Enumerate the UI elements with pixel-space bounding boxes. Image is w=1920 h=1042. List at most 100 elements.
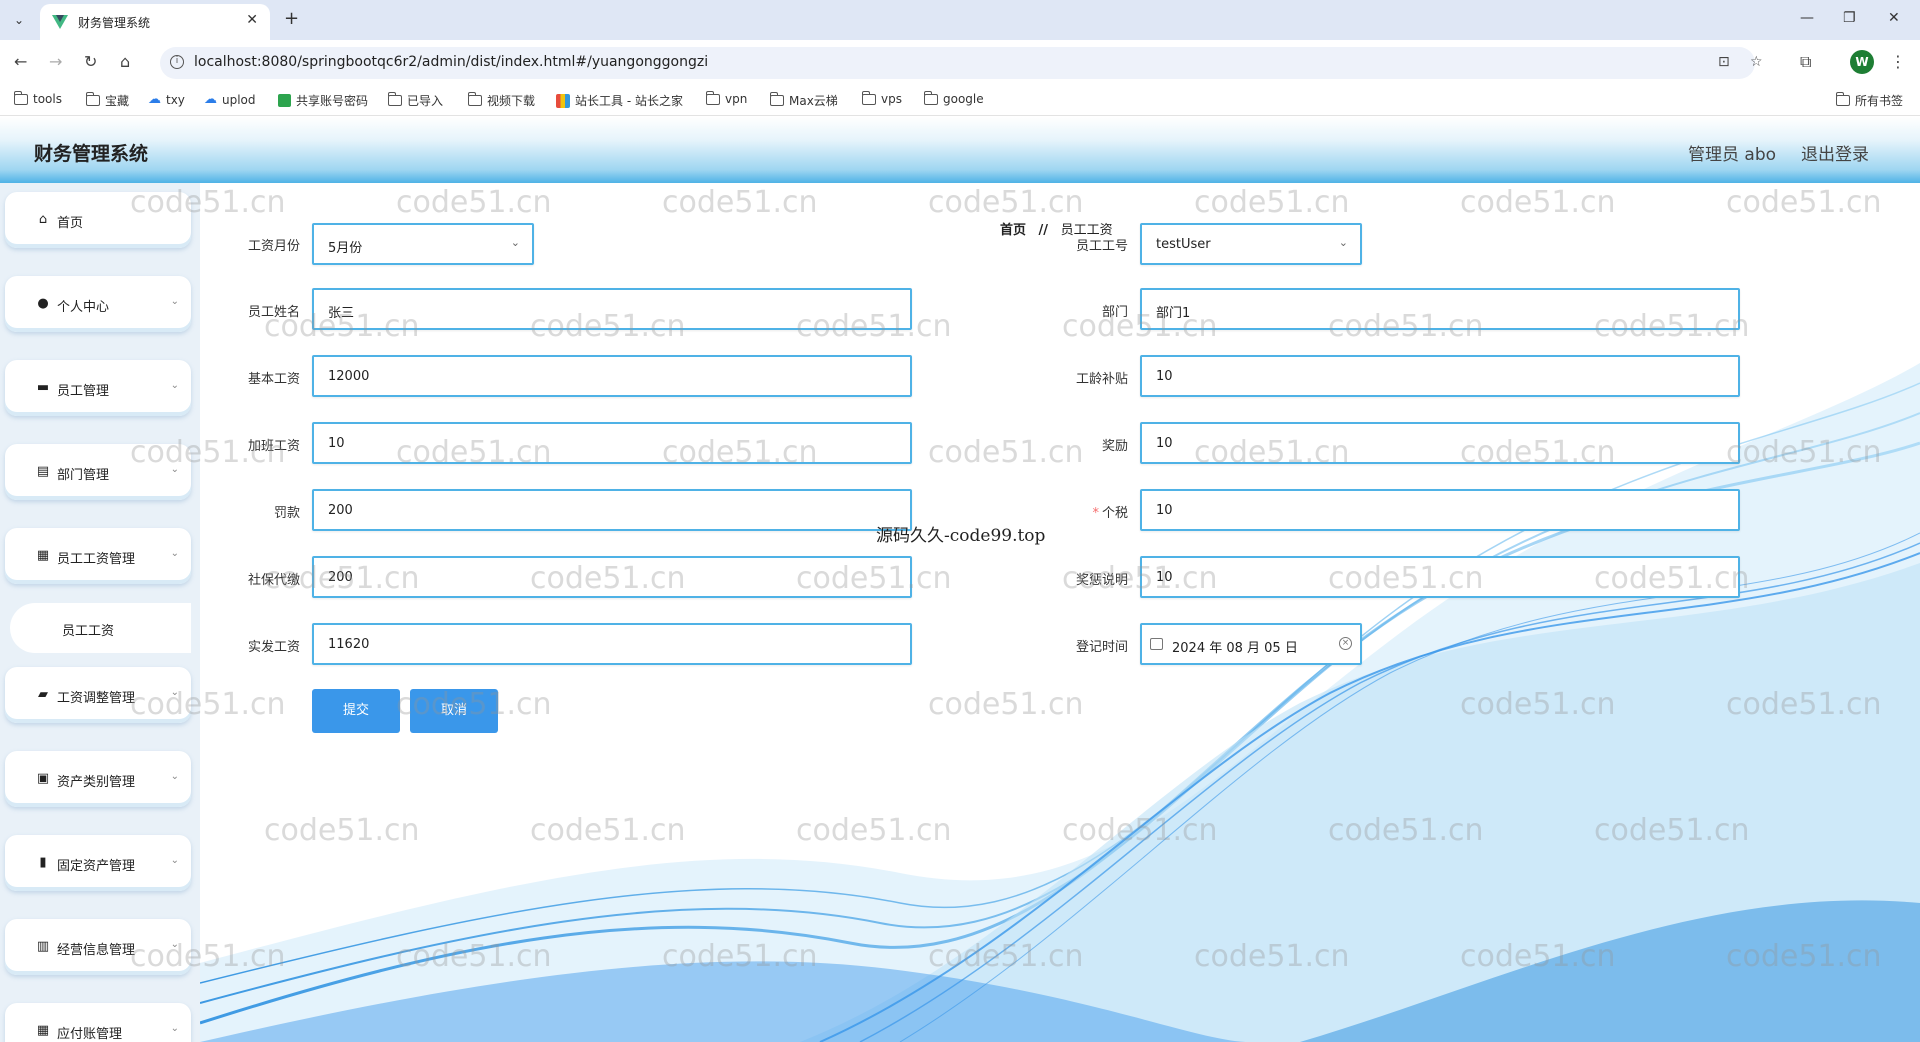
overtime-pay-value: 10	[328, 436, 345, 451]
profile-avatar[interactable]: W	[1850, 50, 1874, 74]
bookmark-item[interactable]: ☁ uplod	[204, 92, 256, 107]
site-info-icon[interactable]: i	[170, 55, 184, 69]
label-salary-month: 工资月份	[247, 239, 300, 254]
more-menu-icon[interactable]: ⋮	[1890, 52, 1906, 71]
employee-name-value: 张三	[328, 306, 355, 321]
url-text[interactable]: localhost:8080/springbootqc6r2/admin/dis…	[194, 54, 708, 70]
reward-note-field[interactable]: 10	[1140, 556, 1740, 598]
back-icon[interactable]: ←	[14, 52, 27, 71]
bookmark-item[interactable]: 已导入	[387, 92, 443, 109]
home-icon: ⌂	[38, 212, 48, 227]
net-salary-field[interactable]: 11620	[312, 623, 912, 665]
close-window-icon[interactable]: ✕	[1888, 10, 1900, 26]
label-income-tax: * 个税	[1028, 502, 1128, 521]
bookmark-item[interactable]: 视频下载	[467, 92, 535, 109]
income-tax-label-text: 个税	[1101, 506, 1128, 521]
logout-link[interactable]: 退出登录	[1801, 140, 1869, 165]
sidebar-item-payables[interactable]: ▦ 应付账管理 ⌄	[5, 1003, 191, 1042]
tab-search-chevron-icon[interactable]: ⌄	[8, 9, 30, 31]
folder-icon	[923, 90, 938, 105]
sidebar-item-business-info[interactable]: ▥ 经营信息管理 ⌄	[5, 919, 191, 975]
bookmark-item[interactable]: 共享账号密码	[278, 92, 368, 109]
sidebar-subitem-employee-salary[interactable]: 员工工资	[10, 603, 191, 653]
label-employee-name: 员工姓名	[247, 305, 300, 320]
bonus-value: 10	[1156, 436, 1173, 451]
center-watermark: 源码久久-code99.top	[876, 526, 1046, 546]
bar-chart-icon: ▮	[39, 855, 47, 870]
salary-month-select[interactable]: 5月份 ⌄	[312, 223, 534, 265]
bookmark-item[interactable]: google	[923, 90, 984, 106]
clear-icon[interactable]: ×	[1339, 637, 1352, 650]
chevron-down-icon: ⌄	[170, 939, 179, 950]
bookmark-item[interactable]: 宝藏	[85, 92, 129, 109]
reward-note-value: 10	[1156, 570, 1173, 585]
bookmark-item[interactable]: 站长工具 - 站长之家	[556, 92, 683, 109]
sidebar-item-label: 员工管理	[57, 384, 110, 399]
home-icon[interactable]: ⌂	[120, 52, 130, 71]
cloud-icon: ☁	[148, 92, 161, 107]
sidebar-item-employees[interactable]: ▬ 员工管理 ⌄	[5, 360, 191, 416]
income-tax-field[interactable]: 10	[1140, 489, 1740, 531]
overtime-pay-field[interactable]: 10	[312, 422, 912, 464]
sidebar-item-asset-category[interactable]: ▣ 资产类别管理 ⌄	[5, 751, 191, 807]
register-time-datepicker[interactable]: 2024 年 08 月 05 日 ×	[1140, 623, 1362, 665]
seniority-allowance-field[interactable]: 10	[1140, 355, 1740, 397]
bonus-field[interactable]: 10	[1140, 422, 1740, 464]
sidebar-item-personal[interactable]: ● 个人中心 ⌄	[5, 276, 191, 332]
seniority-allowance-value: 10	[1156, 369, 1173, 384]
sidebar-item-label: 员工工资管理	[57, 552, 136, 567]
sidebar-subitem-label: 员工工资	[62, 624, 115, 639]
bookmark-item[interactable]: vps	[861, 90, 902, 106]
folder-icon	[387, 92, 402, 106]
chevron-down-icon: ⌄	[170, 1023, 179, 1034]
sidebar-item-label: 固定资产管理	[57, 859, 136, 874]
label-net-salary: 实发工资	[247, 640, 300, 655]
employee-name-field[interactable]: 张三	[312, 288, 912, 330]
extensions-icon[interactable]: ⧉	[1800, 52, 1811, 72]
new-tab-icon[interactable]: +	[284, 8, 299, 29]
bookmark-item[interactable]: Max云梯	[769, 92, 838, 109]
sidebar-item-fixed-assets[interactable]: ▮ 固定资产管理 ⌄	[5, 835, 191, 891]
reload-icon[interactable]: ↻	[84, 52, 97, 71]
restore-icon[interactable]: ❐	[1843, 10, 1856, 26]
screenshot-icon[interactable]: ⊡	[1718, 54, 1730, 70]
penalty-field[interactable]: 200	[312, 489, 912, 531]
employee-no-value: testUser	[1156, 237, 1211, 252]
address-bar[interactable]: i localhost:8080/springbootqc6r2/admin/d…	[160, 47, 1763, 79]
chinaz-icon	[556, 93, 570, 108]
label-seniority-allowance: 工龄补贴	[1075, 372, 1128, 387]
browser-tabstrip: ⌄ 财务管理系统 ✕ + — ❐ ✕	[0, 0, 1920, 40]
social-security-field[interactable]: 200	[312, 556, 912, 598]
sidebar-item-label: 首页	[57, 216, 84, 231]
label-base-salary: 基本工资	[247, 372, 300, 387]
bookmark-star-icon[interactable]: ☆	[1750, 54, 1763, 70]
submit-button[interactable]: 提交	[312, 689, 400, 733]
sidebar-item-home[interactable]: ⌂ 首页	[5, 192, 191, 248]
tab-close-icon[interactable]: ✕	[246, 12, 258, 28]
briefcase-icon: ▬	[36, 380, 50, 395]
chevron-down-icon: ⌄	[170, 380, 179, 391]
sidebar-item-departments[interactable]: ▤ 部门管理 ⌄	[5, 444, 191, 500]
sidebar-item-salary[interactable]: ▦ 员工工资管理 ⌄	[5, 528, 191, 584]
minimize-icon[interactable]: —	[1800, 10, 1814, 26]
bookmark-item[interactable]: vpn	[705, 90, 747, 106]
bookmark-item[interactable]: ☁ txy	[148, 92, 185, 107]
cancel-button[interactable]: 取消	[410, 689, 498, 733]
all-bookmarks[interactable]: 所有书签	[1835, 92, 1903, 109]
sidebar-item-salary-adjust[interactable]: ▰ 工资调整管理 ⌄	[5, 667, 191, 723]
required-marker: *	[1092, 506, 1099, 521]
folder-icon	[467, 92, 482, 106]
employee-no-select[interactable]: testUser ⌄	[1140, 223, 1362, 265]
browser-tab[interactable]: 财务管理系统 ✕	[40, 4, 270, 40]
app-header: 财务管理系统 管理员 abo 退出登录	[0, 117, 1920, 183]
sidebar-item-label: 经营信息管理	[57, 943, 136, 958]
department-field[interactable]: 部门1	[1140, 288, 1740, 330]
base-salary-field[interactable]: 12000	[312, 355, 912, 397]
breadcrumb-home[interactable]: 首页	[1000, 223, 1026, 238]
forward-icon[interactable]: →	[49, 52, 62, 71]
cloud-icon: ☁	[204, 92, 217, 107]
label-department: 部门	[1101, 305, 1128, 320]
bookmark-item[interactable]: tools	[13, 90, 62, 106]
chevron-down-icon: ⌄	[1338, 236, 1348, 249]
label-overtime-pay: 加班工资	[247, 439, 300, 454]
